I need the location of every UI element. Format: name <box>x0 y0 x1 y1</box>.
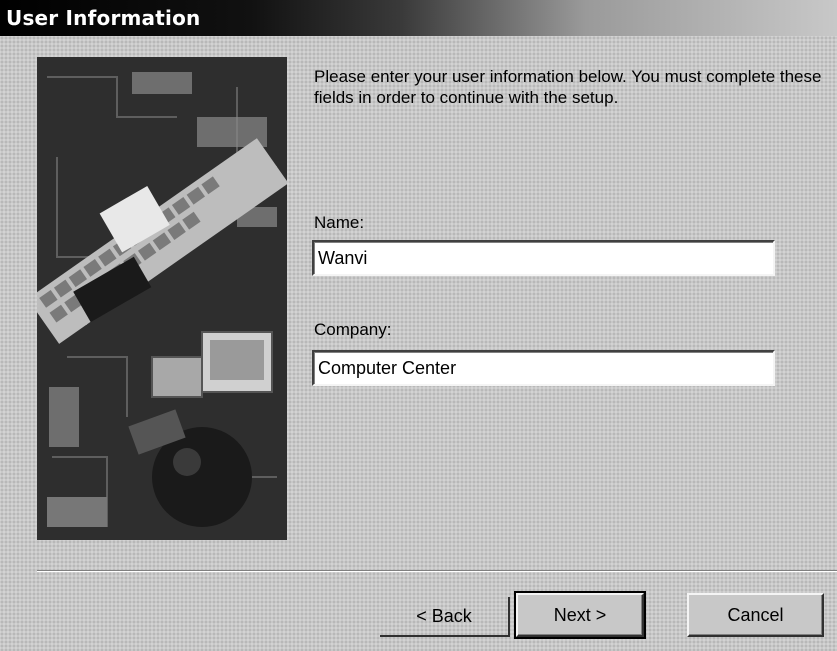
computer-hardware-collage-image <box>37 57 287 540</box>
button-separator <box>37 570 837 572</box>
title-bar: User Information <box>0 0 837 36</box>
back-button-label: < Back <box>416 605 472 626</box>
company-field[interactable] <box>312 350 775 386</box>
next-button[interactable]: Next > <box>514 591 646 639</box>
instruction-text: Please enter your user information below… <box>314 67 822 107</box>
name-field[interactable] <box>312 240 775 276</box>
dialog-title: User Information <box>6 6 201 30</box>
next-button-label: Next > <box>553 604 607 625</box>
name-label: Name: <box>314 213 365 232</box>
setup-dialog: User Information Please enter your user … <box>0 0 837 651</box>
cancel-button-label: Cancel <box>727 604 784 625</box>
cancel-button[interactable]: Cancel <box>687 593 824 637</box>
back-button[interactable]: < Back <box>380 597 510 637</box>
company-label: Company: <box>314 320 392 339</box>
